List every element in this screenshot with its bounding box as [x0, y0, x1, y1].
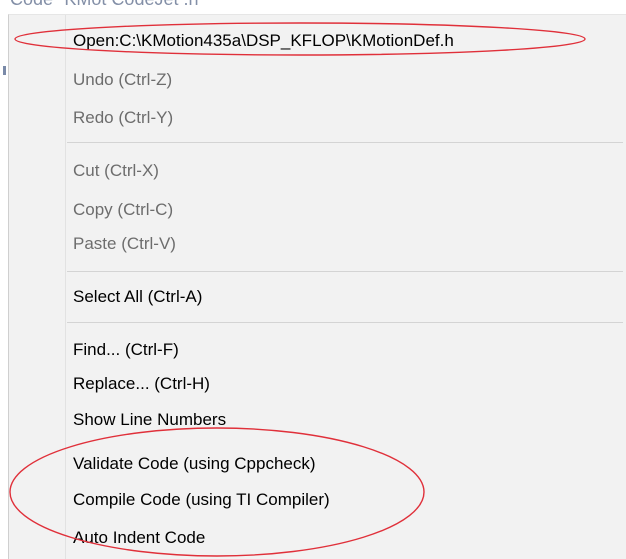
menu-separator [67, 142, 623, 143]
background-code-text: Code "KMot CodeJet .h" [10, 0, 205, 10]
menu-item-paste: Paste (Ctrl-V) [73, 234, 176, 253]
menu-item-redo: Redo (Ctrl-Y) [73, 108, 174, 127]
menu-item-validate-code[interactable]: Validate Code (using Cppcheck) [73, 454, 316, 474]
menu-item-cut: Cut (Ctrl-X) [73, 161, 159, 180]
background-code-mark [3, 66, 6, 75]
menu-item-copy: Copy (Ctrl-C) [73, 200, 174, 219]
menu-item-open-file[interactable]: Open:C:\KMotion435a\DSP_KFLOP\KMotionDef… [73, 31, 454, 51]
menu-item-select-all[interactable]: Select All (Ctrl-A) [73, 287, 202, 307]
menu-item-replace[interactable]: Replace... (Ctrl-H) [73, 374, 210, 394]
menu-item-auto-indent-code[interactable]: Auto Indent Code [73, 528, 205, 548]
menu-separator [67, 271, 623, 272]
screenshot-stage: Code "KMot CodeJet .h" Open:C:\KMotion43… [0, 0, 626, 559]
menu-item-find[interactable]: Find... (Ctrl-F) [73, 340, 179, 360]
menu-separator [67, 322, 623, 323]
menu-item-show-line-numbers[interactable]: Show Line Numbers [73, 410, 226, 430]
context-menu: Open:C:\KMotion435a\DSP_KFLOP\KMotionDef… [8, 14, 626, 559]
menu-icon-gutter [65, 15, 66, 559]
menu-item-undo: Undo (Ctrl-Z) [73, 70, 173, 89]
menu-item-compile-code[interactable]: Compile Code (using TI Compiler) [73, 490, 330, 510]
